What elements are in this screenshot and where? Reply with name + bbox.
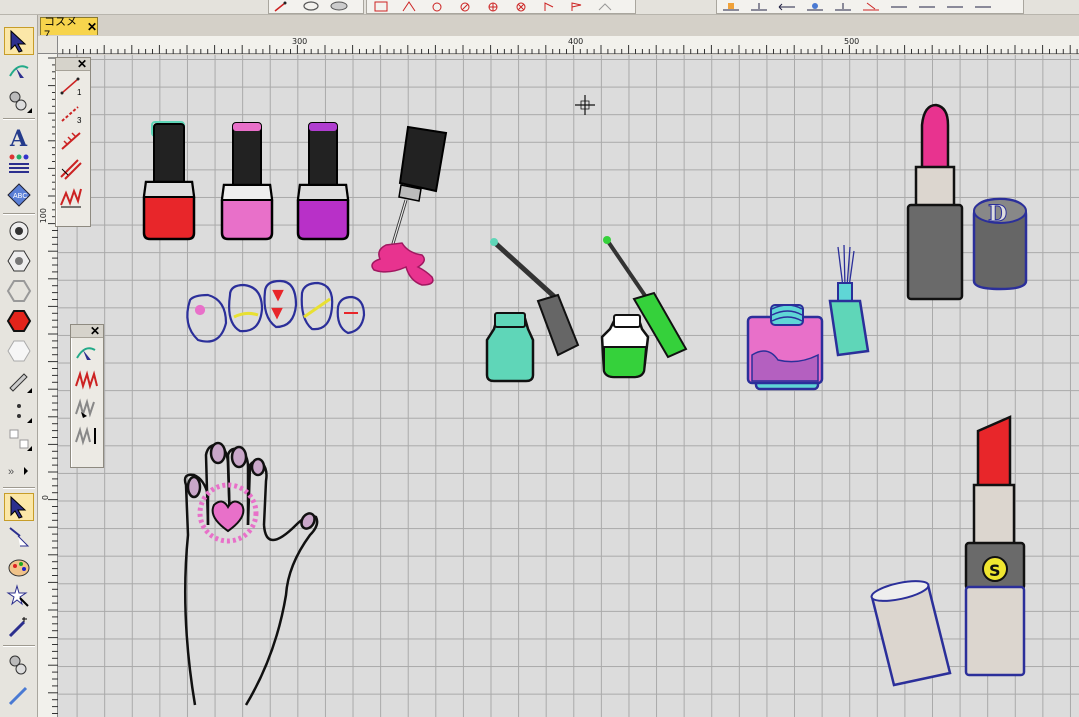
oval-shape-icon[interactable] [328,1,350,12]
nail-polish-pink[interactable] [220,122,274,241]
align-icon-9[interactable] [944,1,966,12]
design-canvas[interactable]: D S [58,55,1079,717]
nail-polish-purple[interactable] [296,122,350,241]
pen-icon[interactable] [4,681,34,709]
select-arrow-icon[interactable] [4,27,34,55]
align-icon-1[interactable] [720,1,742,12]
lasso-select-icon[interactable] [4,523,34,551]
ruler-left-label-100: 100 [39,208,48,224]
no-entry-icon[interactable] [454,1,476,12]
red-hexagon-icon[interactable] [4,307,34,335]
close-icon[interactable]: ✕ [90,325,100,337]
pink-lipstick[interactable] [906,103,964,301]
nail-polish-red[interactable] [142,121,196,241]
hexagon-icon[interactable] [4,247,34,275]
align-icon-6[interactable] [860,1,882,12]
select-arrow-2-icon[interactable] [4,493,34,521]
more-icon[interactable]: » [4,461,34,481]
ruler-top-label-300: 300 [292,37,308,46]
align-icon-4[interactable] [804,1,826,12]
palette-header: ✕ [56,58,90,71]
crosshair-cursor [575,95,595,115]
palette-header: ✕ [71,325,103,338]
svg-text:ABC: ABC [13,193,27,200]
close-icon[interactable]: ✕ [77,58,87,70]
line-1-icon[interactable]: 1 [56,71,86,99]
people-icon[interactable] [4,151,34,179]
node-move-icon[interactable] [398,1,420,12]
red-lipstick-s[interactable]: S [964,415,1026,677]
svg-text:S: S [989,561,1001,580]
align-icon-5[interactable] [832,1,854,12]
flag-icon[interactable] [566,1,588,12]
top-toolbar [0,0,1079,15]
d-cream-jar[interactable]: D [972,197,1028,291]
stitch-tools-palette: ✕ 1 3 [55,57,91,227]
stitch-node-2-icon[interactable] [4,651,34,679]
grid-toggle-icon[interactable] [4,425,34,453]
ruler-top-label-500: 500 [844,37,860,46]
diffuser-bottle[interactable] [828,244,870,357]
align-icon-7[interactable] [888,1,910,12]
embroidery-editor-window: A ABC » コスメ7 ✕ 300 400 500 100 0 D S ✕ 1… [0,0,1079,717]
design-artwork: D S [142,95,1028,706]
zigzag-gray-icon[interactable] [71,394,101,422]
star-select-icon[interactable] [4,583,34,611]
zigzag-red-icon[interactable] [71,366,101,394]
draw-line-icon[interactable] [272,1,294,12]
circle-shape-icon[interactable] [300,1,322,12]
arrow-stitch-icon[interactable] [56,127,86,155]
abc-diamond-icon[interactable]: ABC [4,181,34,209]
zigzag-bar-icon[interactable] [71,422,101,450]
lipstick-cap[interactable] [870,577,952,687]
document-tab[interactable]: コスメ7 ✕ [40,16,98,41]
circle-target-icon[interactable] [4,217,34,245]
zigzag-outline-icon[interactable] [56,183,86,211]
sparkle-icon[interactable] [594,1,616,12]
line-1-label: 1 [77,88,82,97]
svg-text:D: D [988,201,1007,227]
svg-text:»: » [8,466,14,478]
pencil-icon[interactable] [4,367,34,395]
ruler-top: 300 400 500 [58,36,1079,54]
svg-text:A: A [9,126,28,150]
node-edit-icon[interactable] [370,1,392,12]
close-icon[interactable]: ✕ [87,20,97,34]
spiral-icon[interactable] [4,277,34,305]
perfume-bottle[interactable] [746,304,824,391]
reshape-icon[interactable] [71,338,101,366]
wheel-icon[interactable] [482,1,504,12]
stitch-node-icon[interactable] [4,87,34,115]
align-icon-2[interactable] [748,1,770,12]
align-icon-3[interactable] [776,1,798,12]
white-hexagon-icon[interactable] [4,337,34,365]
dots-icon[interactable] [4,397,34,425]
nail-art-set[interactable] [186,279,366,343]
align-icon-10[interactable] [972,1,994,12]
double-zigzag-icon[interactable] [56,155,86,183]
green-polish-brush[interactable] [600,236,688,379]
green-bottle-brush[interactable] [485,238,580,383]
stitch-start-icon[interactable] [538,1,560,12]
hand-ring[interactable] [183,441,319,706]
draw-tools-group [268,0,364,14]
wand-select-icon[interactable] [4,613,34,641]
wheel-2-icon[interactable] [510,1,532,12]
ruler-top-label-400: 400 [568,37,584,46]
left-toolbox: A ABC » [0,15,38,717]
document-tabbar: コスメ7 ✕ [38,15,1079,41]
node-tools-group [366,0,636,14]
paint-palette-icon[interactable] [4,553,34,581]
rotate-icon[interactable] [426,1,448,12]
edit-tools-palette: ✕ [70,324,104,468]
ruler-left-label-0: 0 [41,495,50,501]
line-3-icon[interactable]: 3 [56,99,86,127]
reshape-icon[interactable] [4,57,34,85]
alignment-tools-group [716,0,1024,14]
nail-brush-drip[interactable] [371,125,448,286]
ruler-corner [38,36,58,54]
line-3-label: 3 [77,116,82,125]
align-icon-8[interactable] [916,1,938,12]
text-icon[interactable]: A [4,123,34,151]
